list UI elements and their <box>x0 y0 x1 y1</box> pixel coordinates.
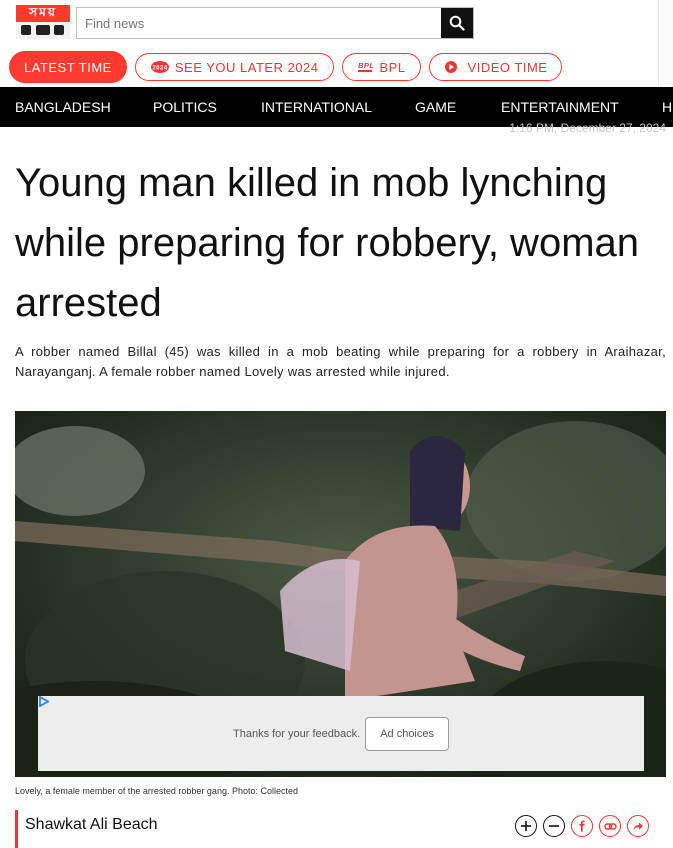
ad-feedback-panel: Thanks for your feedback. Ad choices <box>38 696 644 771</box>
zoom-in-icon <box>521 821 531 831</box>
bpl-label: BPL <box>379 59 406 75</box>
font-increase-button[interactable] <box>515 815 537 837</box>
nav-item-game[interactable]: GAME <box>415 99 456 115</box>
video-time-label: VIDEO TIME <box>467 59 548 75</box>
nav-item-politics[interactable]: POLITICS <box>153 99 217 115</box>
nav-item-overflow[interactable]: H <box>662 99 672 115</box>
site-logo[interactable]: সময় <box>16 5 70 39</box>
share-button[interactable] <box>627 815 649 837</box>
page-scroll-edge <box>658 0 673 92</box>
nav-item-entertainment[interactable]: ENTERTAINMENT <box>501 99 619 115</box>
nav-item-bangladesh[interactable]: BANGLADESH <box>15 99 111 115</box>
ad-choices-label: Ad choices <box>380 727 434 740</box>
bpl-button[interactable]: BPL BPL <box>341 53 421 81</box>
article-summary: A robber named Billal (45) was killed in… <box>15 344 666 379</box>
article-photo: Thanks for your feedback. Ad choices <box>15 411 666 777</box>
article-timestamp: 1:16 PM, December 27, 2024 <box>509 121 666 135</box>
latest-time-button[interactable]: LATEST TIME <box>9 51 127 83</box>
video-time-button[interactable]: VIDEO TIME <box>428 53 563 81</box>
search-icon <box>449 15 465 31</box>
article-author: Shawkat Ali Beach <box>15 810 158 848</box>
quick-links: LATEST TIME 2024 SEE YOU LATER 2024 BPL … <box>9 51 563 83</box>
font-decrease-button[interactable] <box>543 815 565 837</box>
article-tools <box>515 815 649 837</box>
share-icon <box>633 822 643 830</box>
zoom-out-icon <box>549 825 559 827</box>
ad-choices-button[interactable]: Ad choices <box>39 696 449 751</box>
play-icon <box>444 60 458 74</box>
copy-link-button[interactable] <box>599 815 621 837</box>
link-icon <box>603 822 617 830</box>
search-input[interactable] <box>77 8 441 38</box>
latest-time-label: LATEST TIME <box>24 59 112 75</box>
logo-map-icon <box>16 22 70 39</box>
svg-text:2024: 2024 <box>152 66 168 72</box>
ad-feedback-text: Thanks for your feedback. <box>233 727 361 740</box>
search-bar <box>76 7 474 39</box>
article-title: Young man killed in mob lynching while p… <box>15 161 640 325</box>
photo-caption: Lovely, a female member of the arrested … <box>15 786 298 796</box>
facebook-share-button[interactable] <box>571 815 593 837</box>
ad-choices-icon <box>39 696 49 707</box>
see-you-later-2024-button[interactable]: 2024 SEE YOU LATER 2024 <box>134 53 334 81</box>
nav-item-international[interactable]: INTERNATIONAL <box>261 99 372 115</box>
logo-text: সময় <box>16 5 70 22</box>
year-2024-badge-icon: 2024 <box>150 60 170 74</box>
svg-text:BPL: BPL <box>358 61 375 70</box>
see-you-later-label: SEE YOU LATER 2024 <box>174 59 319 75</box>
search-button[interactable] <box>441 8 473 38</box>
facebook-icon <box>579 820 585 832</box>
bpl-logo-icon: BPL <box>357 60 375 74</box>
